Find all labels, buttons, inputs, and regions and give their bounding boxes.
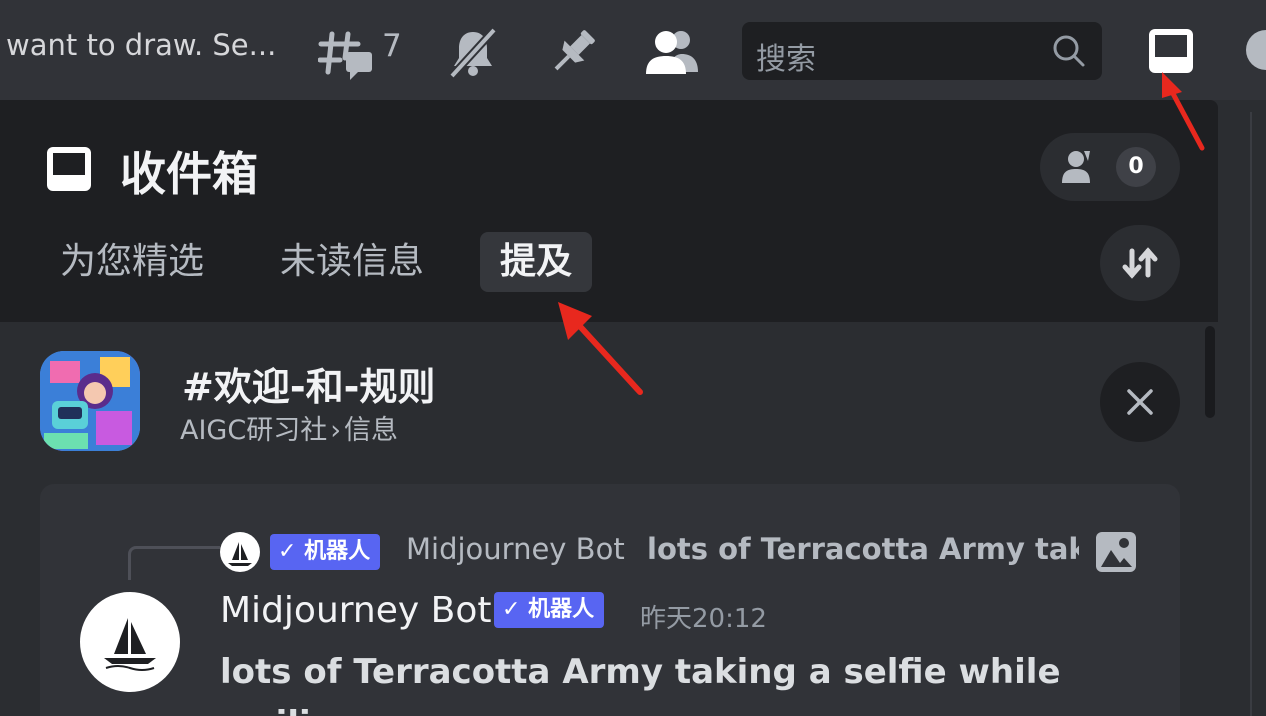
author-name[interactable]: Midjourney Bot (220, 590, 491, 631)
reply-bot-badge: ✓ 机器人 (270, 534, 381, 570)
pin-icon[interactable] (548, 26, 598, 82)
sort-filter-button[interactable] (1100, 225, 1180, 301)
channel-topic[interactable]: want to draw. Se... (6, 28, 296, 62)
breadcrumb-separator: › (330, 415, 342, 446)
scrollbar[interactable] (1205, 326, 1215, 418)
search-icon (1052, 34, 1086, 72)
message-timestamp: 昨天20:12 (640, 604, 767, 634)
help-icon[interactable] (1246, 30, 1266, 70)
channel-name[interactable]: #欢迎-和-规则 (182, 356, 435, 411)
sort-icon (1122, 247, 1158, 279)
channel-path[interactable]: AIGC研习社 › 信息 (180, 408, 398, 447)
inbox-icon[interactable] (1146, 26, 1196, 80)
image-icon (1094, 530, 1138, 578)
tab-for-you[interactable]: 为您精选 (40, 232, 224, 292)
inbox-panel: 收件箱 0 为您精选 未读信息 提及 #欢迎-和-规则 AIGC研习社 › 信息… (0, 100, 1218, 716)
search-input[interactable]: 搜索 (742, 22, 1102, 80)
members-icon[interactable] (644, 28, 700, 80)
chat-background (1218, 100, 1266, 716)
channel-header-bar: want to draw. Se... 7 搜索 (0, 0, 1266, 100)
reply-preview[interactable]: lots of Terracotta Army taking (647, 532, 1079, 566)
threads-icon[interactable] (317, 28, 374, 84)
tab-mentions[interactable]: 提及 (480, 232, 593, 292)
reply-author[interactable]: Midjourney Bot (406, 532, 625, 566)
inbox-title: 收件箱 (120, 147, 258, 201)
tab-unread[interactable]: 未读信息 (260, 232, 444, 292)
bot-badge: ✓ 机器人 (494, 592, 605, 628)
scroll-track (1250, 112, 1252, 716)
server-avatar[interactable] (40, 351, 140, 451)
mention-user-icon (1062, 151, 1090, 183)
author-avatar[interactable] (80, 592, 180, 692)
threads-count: 7 (382, 28, 402, 64)
message-card[interactable]: ✓ 机器人 Midjourney Bot lots of Terracotta … (40, 484, 1180, 716)
inbox-header: 收件箱 0 为您精选 未读信息 提及 (0, 100, 1218, 322)
server-name: AIGC研习社 (180, 415, 328, 446)
inbox-title-icon (44, 144, 94, 198)
search-placeholder: 搜索 (756, 42, 816, 77)
close-icon (1127, 389, 1153, 415)
mute-bell-icon[interactable] (448, 26, 498, 82)
reply-connector (128, 546, 220, 580)
mention-count: 0 (1116, 147, 1156, 187)
subchannel-name: 信息 (344, 415, 399, 446)
mention-filter-button[interactable]: 0 (1040, 133, 1180, 201)
message-body: lots of Terracotta Army taking a selfie … (220, 652, 1061, 716)
reply-avatar[interactable] (220, 532, 260, 572)
dismiss-button[interactable] (1100, 362, 1180, 442)
